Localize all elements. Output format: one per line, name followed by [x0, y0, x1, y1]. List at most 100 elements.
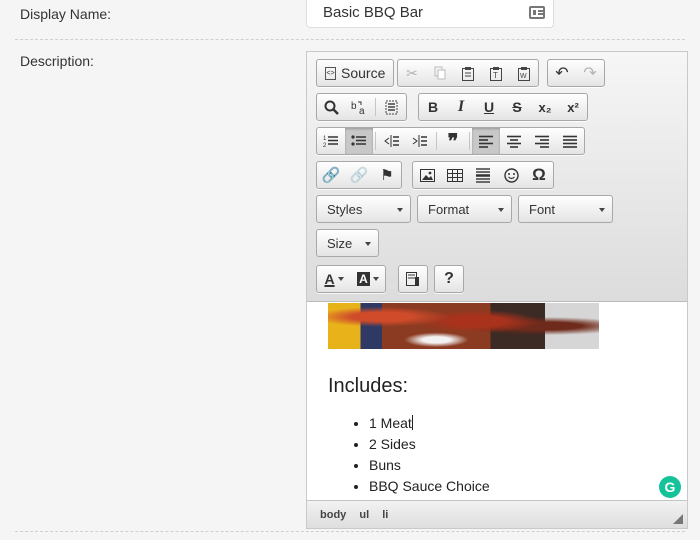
smiley-button[interactable] — [497, 162, 525, 188]
color-group: A A — [316, 265, 386, 293]
quote-icon: ❞ — [447, 130, 459, 153]
paste-word-button[interactable]: W — [510, 60, 538, 86]
text-cursor — [411, 415, 413, 430]
chevron-down-icon — [365, 242, 371, 246]
size-dropdown[interactable]: Size — [316, 229, 379, 257]
source-button[interactable]: <> Source — [317, 60, 393, 86]
contact-card-icon[interactable] — [529, 6, 545, 19]
path-li[interactable]: li — [382, 509, 388, 521]
outdent-button[interactable] — [378, 128, 406, 154]
help-button[interactable]: ? — [435, 266, 463, 292]
format-dropdown[interactable]: Format — [417, 195, 512, 223]
text-color-button[interactable]: A — [317, 266, 351, 292]
path-ul[interactable]: ul — [359, 509, 369, 521]
editor-content[interactable]: Includes: 1 Meat 2 Sides Buns BBQ Sauce … — [307, 303, 687, 500]
size-label: Size — [327, 236, 353, 251]
separator — [375, 132, 376, 150]
content-heading: Includes: — [328, 375, 409, 397]
background-color-icon: A — [357, 272, 370, 286]
includes-list: 1 Meat 2 Sides Buns BBQ Sauce Choice — [349, 413, 490, 497]
numbered-list-icon: 12 — [323, 136, 338, 148]
unlink-icon: 🔗 — [349, 167, 369, 184]
flag-icon: ⚑ — [380, 167, 394, 184]
text-color-icon: A — [324, 271, 335, 287]
underline-button[interactable]: U — [475, 94, 503, 120]
resize-grip-icon[interactable] — [673, 514, 683, 524]
superscript-button[interactable]: x² — [559, 94, 587, 120]
display-name-value: Basic BBQ Bar — [323, 4, 424, 21]
description-label: Description: — [20, 53, 94, 69]
image-button[interactable] — [413, 162, 441, 188]
copy-button[interactable] — [426, 60, 454, 86]
grammarly-icon[interactable]: G — [659, 476, 681, 498]
links-group: 🔗 🔗 ⚑ — [316, 161, 402, 189]
subscript-button[interactable]: x₂ — [531, 94, 559, 120]
anchor-button[interactable]: ⚑ — [373, 162, 401, 188]
styles-dropdown[interactable]: Styles — [316, 195, 411, 223]
strikethrough-icon: S — [512, 99, 522, 115]
align-center-button[interactable] — [500, 128, 528, 154]
paste-button[interactable] — [454, 60, 482, 86]
bulleted-list-button[interactable] — [345, 128, 373, 154]
blockquote-button[interactable]: ❞ — [439, 128, 467, 154]
select-all-button[interactable] — [378, 94, 406, 120]
source-group: <> Source — [316, 59, 395, 87]
strikethrough-button[interactable]: S — [503, 94, 531, 120]
justify-button[interactable] — [556, 128, 584, 154]
maximize-button[interactable] — [399, 266, 427, 292]
tools-group — [398, 265, 428, 293]
align-left-button[interactable] — [472, 128, 500, 154]
svg-text:a: a — [359, 106, 365, 115]
undo-button[interactable]: ↶ — [548, 60, 576, 86]
align-left-icon — [479, 135, 493, 148]
svg-text:b: b — [351, 101, 357, 112]
format-label: Format — [428, 202, 470, 217]
redo-icon: ↷ — [583, 65, 597, 82]
horizontal-rule-button[interactable] — [469, 162, 497, 188]
copy-icon — [434, 66, 446, 80]
numbered-list-button[interactable]: 12 — [317, 128, 345, 154]
editor-toolbar: <> Source ✂ T W ↶ ↷ b a B I U S x₂ x² 1 … — [307, 52, 687, 302]
link-button[interactable]: 🔗 — [317, 162, 345, 188]
italic-button[interactable]: I — [447, 94, 475, 120]
table-button[interactable] — [441, 162, 469, 188]
bold-button[interactable]: B — [419, 94, 447, 120]
svg-text:1: 1 — [323, 136, 327, 142]
indent-button[interactable] — [406, 128, 434, 154]
path-body[interactable]: body — [320, 509, 346, 521]
background-color-button[interactable]: A — [351, 266, 385, 292]
chevron-down-icon — [372, 277, 379, 281]
separator — [469, 132, 470, 150]
image-icon — [419, 168, 435, 182]
font-dropdown[interactable]: Font — [518, 195, 613, 223]
source-label: Source — [341, 65, 386, 81]
outdent-icon — [384, 135, 399, 147]
find-button[interactable] — [317, 94, 345, 120]
paste-text-button[interactable]: T — [482, 60, 510, 86]
help-group: ? — [434, 265, 464, 293]
cut-button[interactable]: ✂ — [398, 60, 426, 86]
paste-word-icon: W — [518, 66, 530, 81]
subscript-icon: x₂ — [538, 99, 552, 115]
special-char-button[interactable]: Ω — [525, 162, 553, 188]
display-name-field[interactable]: Basic BBQ Bar — [306, 0, 554, 28]
clipboard-group: ✂ T W — [397, 59, 539, 87]
redo-button[interactable]: ↷ — [576, 60, 604, 86]
align-right-icon — [535, 135, 549, 148]
table-icon — [447, 168, 463, 182]
separator — [375, 98, 376, 116]
svg-text:T: T — [493, 71, 498, 80]
omega-icon: Ω — [532, 165, 546, 184]
replace-button[interactable]: ba — [345, 94, 373, 120]
font-label: Font — [529, 202, 556, 217]
history-group: ↶ ↷ — [547, 59, 605, 87]
unlink-button[interactable]: 🔗 — [345, 162, 373, 188]
insert-group: Ω — [412, 161, 554, 189]
scissors-icon: ✂ — [406, 64, 418, 81]
select-all-icon — [385, 100, 398, 114]
indent-icon — [412, 135, 427, 147]
align-right-button[interactable] — [528, 128, 556, 154]
underline-icon: U — [483, 99, 495, 115]
bulleted-list-icon — [351, 135, 366, 146]
text-style-group: B I U S x₂ x² — [418, 93, 588, 121]
